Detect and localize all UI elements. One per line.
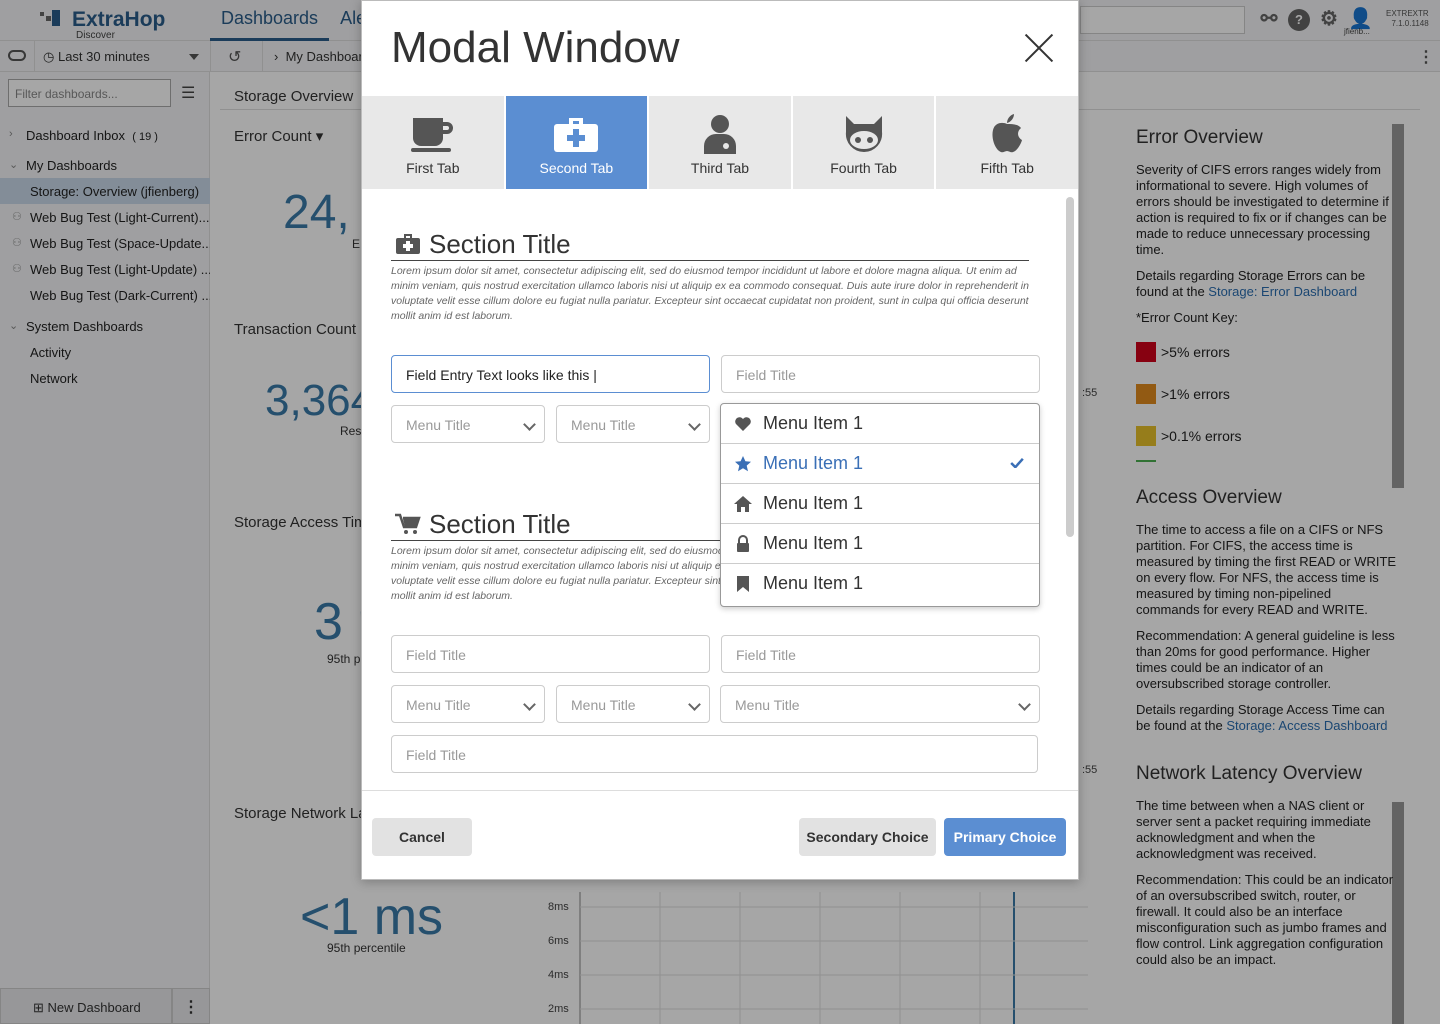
menu-title-select[interactable]: Menu Title: [720, 685, 1040, 723]
chevron-down-icon: [523, 698, 536, 711]
field-title-input[interactable]: Field Title: [721, 355, 1040, 393]
tab-label: Second Tab: [539, 160, 614, 176]
tab-third[interactable]: Third Tab: [649, 96, 793, 189]
menu-item[interactable]: Menu Item 1: [721, 404, 1039, 444]
menu-item-label: Menu Item 1: [763, 493, 864, 513]
field-title-input[interactable]: Field Title: [391, 735, 1038, 773]
modal-tabs: First Tab Second Tab Third Tab Fourth Ta…: [362, 96, 1078, 189]
select-label: Menu Title: [406, 417, 471, 433]
apple-icon: [992, 114, 1023, 153]
coffee-cup-icon: [410, 118, 453, 152]
tab-label: Third Tab: [690, 160, 750, 176]
tab-fourth[interactable]: Fourth Tab: [792, 96, 937, 189]
field-entry-input[interactable]: Field Entry Text looks like this |: [391, 355, 710, 393]
select-label: Menu Title: [571, 417, 636, 433]
home-icon: [734, 496, 752, 512]
heart-icon: [735, 417, 751, 431]
field-title-input[interactable]: Field Title: [391, 635, 710, 673]
checkmark-icon: [1010, 458, 1024, 468]
menu-item-label: Menu Item 1: [763, 453, 864, 473]
chevron-down-icon: [688, 698, 701, 711]
select-label: Menu Title: [406, 697, 471, 713]
field-title-input[interactable]: Field Title: [721, 635, 1040, 673]
modal-scrollbar[interactable]: [1066, 197, 1074, 537]
field-entry-value: Field Entry Text looks like this: [406, 367, 590, 383]
menu-title-select[interactable]: Menu Title: [556, 405, 710, 443]
modal-footer: Cancel Secondary Choice Primary Choice: [362, 790, 1078, 880]
section-header: Section Title: [391, 229, 1029, 261]
menu-title-select[interactable]: Menu Title: [556, 685, 710, 723]
section-title: Section Title: [429, 509, 571, 539]
modal-window: Modal Window First Tab Second Tab Third …: [361, 0, 1079, 880]
tab-fifth[interactable]: Fifth Tab: [936, 96, 1078, 189]
cancel-button[interactable]: Cancel: [372, 818, 472, 856]
lock-icon: [737, 535, 749, 552]
star-icon: [735, 456, 751, 472]
menu-item-label: Menu Item 1: [763, 533, 864, 553]
close-icon[interactable]: [1022, 31, 1056, 65]
primary-choice-button[interactable]: Primary Choice: [944, 818, 1066, 856]
secondary-choice-button[interactable]: Secondary Choice: [799, 818, 936, 856]
section-description: Lorem ipsum dolor sit amet, consectetur …: [391, 265, 1029, 322]
tab-label: First Tab: [406, 160, 460, 176]
menu-title-select[interactable]: Menu Title: [391, 685, 545, 723]
menu-item[interactable]: Menu Item 1: [721, 484, 1039, 524]
github-icon: [845, 116, 882, 153]
shopping-cart-icon: [395, 513, 421, 534]
tab-label: Fourth Tab: [830, 160, 897, 176]
modal-title: Modal Window: [391, 23, 680, 72]
doctor-icon: [703, 115, 736, 154]
dropdown-menu: Menu Item 1 Menu Item 1 Menu Item 1 Menu…: [720, 403, 1040, 607]
bookmark-icon: [737, 576, 749, 592]
menu-item-label: Menu Item 1: [763, 573, 864, 593]
chevron-down-icon: [688, 418, 701, 431]
medkit-icon: [396, 234, 420, 254]
tab-first[interactable]: First Tab: [362, 96, 506, 189]
menu-item-label: Menu Item 1: [763, 413, 864, 433]
tab-second[interactable]: Second Tab: [505, 96, 650, 189]
select-label: Menu Title: [735, 697, 800, 713]
tab-label: Fifth Tab: [980, 160, 1034, 176]
menu-item[interactable]: Menu Item 1: [721, 564, 1039, 604]
select-label: Menu Title: [571, 697, 636, 713]
menu-item-selected[interactable]: Menu Item 1: [721, 444, 1039, 484]
chevron-down-icon: [1018, 698, 1031, 711]
medkit-icon: [554, 118, 599, 152]
menu-item[interactable]: Menu Item 1: [721, 524, 1039, 564]
chevron-down-icon: [523, 418, 536, 431]
menu-title-select[interactable]: Menu Title: [391, 405, 545, 443]
section-title: Section Title: [429, 229, 571, 259]
